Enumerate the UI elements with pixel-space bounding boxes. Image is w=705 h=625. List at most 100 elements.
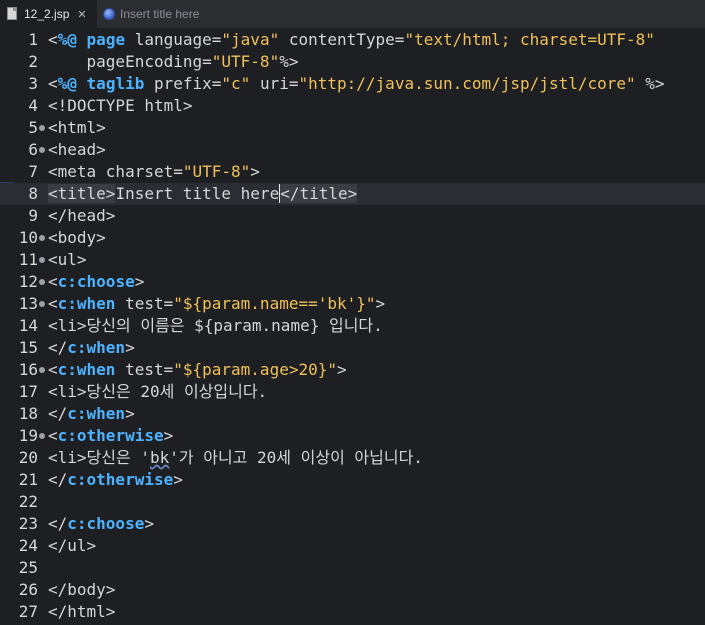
code-line[interactable]: 17 <li>당신은 20세 이상입니다.: [0, 381, 705, 403]
code-line[interactable]: 8 <title>Insert title here</title>: [0, 183, 705, 205]
code-token: <!DOCTYPE html>: [48, 96, 193, 115]
close-icon[interactable]: ✕: [77, 8, 86, 21]
code-line[interactable]: 23 </c:choose>: [0, 513, 705, 535]
line-number: 20: [18, 448, 38, 467]
code-line[interactable]: 18 </c:when>: [0, 403, 705, 425]
code-token: "UTF-8": [211, 52, 280, 71]
line-number: 15: [18, 338, 38, 357]
code-text: <c:otherwise>: [48, 425, 173, 447]
line-number: 17: [18, 382, 38, 401]
code-line[interactable]: 2 pageEncoding="UTF-8"%>: [0, 51, 705, 73]
code-text: <li>당신은 20세 이상입니다.: [48, 381, 267, 403]
code-token: <: [48, 272, 58, 291]
code-token: <ul>: [48, 250, 87, 269]
code-text: </body>: [48, 579, 115, 601]
code-line[interactable]: 11 <ul>: [0, 249, 705, 271]
code-text: </ul>: [48, 535, 96, 557]
code-token: </head>: [48, 206, 116, 225]
code-text: </c:when>: [48, 403, 135, 425]
code-token: <: [48, 294, 58, 313]
code-text: pageEncoding="UTF-8"%>: [48, 51, 299, 73]
code-token: >: [163, 426, 174, 445]
tab-label: Insert title here: [120, 7, 200, 21]
line-number: 10: [18, 228, 38, 247]
code-text: <c:choose>: [48, 271, 144, 293]
code-token: c:when: [67, 338, 126, 357]
code-line[interactable]: 26 </body>: [0, 579, 705, 601]
line-number: 8: [28, 184, 38, 203]
fold-toggle-icon[interactable]: [39, 125, 45, 131]
code-line[interactable]: 25: [0, 557, 705, 579]
code-text: <li>당신의 이름은 ${param.name} 입니다.: [48, 315, 383, 337]
code-line[interactable]: 12 <c:choose>: [0, 271, 705, 293]
fold-toggle-icon[interactable]: [39, 235, 45, 241]
code-line[interactable]: 15 </c:when>: [0, 337, 705, 359]
code-line[interactable]: 16 <c:when test="${param.age>20}">: [0, 359, 705, 381]
code-editor[interactable]: 1 <%@ page language="java" contentType="t…: [0, 28, 705, 625]
code-token: </: [48, 338, 68, 357]
code-line[interactable]: 5 <html>: [0, 117, 705, 139]
fold-toggle-icon[interactable]: [39, 257, 45, 263]
code-line[interactable]: 20 <li>당신은 'bk'가 아니고 20세 이상이 아닙니다.: [0, 447, 705, 469]
fold-toggle-icon[interactable]: [39, 367, 45, 373]
code-token: >: [337, 360, 347, 379]
code-token: language=: [125, 30, 222, 49]
code-line[interactable]: 24 </ul>: [0, 535, 705, 557]
code-line[interactable]: 6 <head>: [0, 139, 705, 161]
fold-toggle-icon[interactable]: [39, 279, 45, 285]
code-line[interactable]: 7 <meta charset="UTF-8">: [0, 161, 705, 183]
tab-browser-preview[interactable]: Insert title here: [97, 0, 209, 28]
code-text: <c:when test="${param.name=='bk'}">: [48, 293, 385, 315]
code-text: <li>당신은 'bk'가 아니고 20세 이상이 아닙니다.: [48, 447, 423, 469]
code-token: bk: [149, 448, 170, 467]
code-text: <meta charset="UTF-8">: [48, 161, 260, 183]
code-line[interactable]: 9 </head>: [0, 205, 705, 227]
line-number: 16: [18, 360, 38, 379]
code-token: </body>: [48, 580, 116, 599]
line-number: 11: [18, 250, 38, 269]
code-line[interactable]: 19 <c:otherwise>: [0, 425, 705, 447]
code-text: </c:when>: [48, 337, 135, 359]
code-token: <: [48, 74, 58, 93]
line-number: 18: [18, 404, 38, 423]
code-line[interactable]: 10 <body>: [0, 227, 705, 249]
code-text: <%@ page language="java" contentType="te…: [48, 29, 655, 51]
code-token: uri=: [250, 74, 299, 93]
code-text: <c:when test="${param.age>20}">: [48, 359, 347, 381]
code-token: "UTF-8": [182, 162, 251, 181]
line-number: 26: [18, 580, 38, 599]
code-token: "text/html; charset=UTF-8": [404, 30, 655, 49]
code-token: <title>: [48, 184, 116, 203]
code-line[interactable]: 4 <!DOCTYPE html>: [0, 95, 705, 117]
code-token: test=: [115, 294, 174, 313]
code-line[interactable]: 21 </c:otherwise>: [0, 469, 705, 491]
code-token: c:choose: [67, 514, 145, 533]
code-line[interactable]: 22: [0, 491, 705, 513]
code-token: c:otherwise: [67, 470, 174, 489]
code-token: </: [48, 514, 68, 533]
editor-tab-bar: 12_2.jsp ✕ Insert title here: [0, 0, 705, 29]
code-line[interactable]: 14 <li>당신의 이름은 ${param.name} 입니다.: [0, 315, 705, 337]
tab-12-2-jsp[interactable]: 12_2.jsp ✕: [0, 0, 97, 28]
fold-toggle-icon[interactable]: [39, 147, 45, 153]
browser-globe-icon: [103, 8, 115, 20]
line-number: 6: [28, 140, 38, 159]
code-line[interactable]: 3 <%@ taglib prefix="c" uri="http://java.…: [0, 73, 705, 95]
code-line[interactable]: 1 <%@ page language="java" contentType="t…: [0, 29, 705, 51]
code-token: >: [144, 514, 154, 533]
code-token: </: [48, 404, 68, 423]
line-number: 14: [18, 316, 38, 335]
line-number: 23: [18, 514, 38, 533]
code-token: >: [125, 404, 135, 423]
code-token: %@: [57, 74, 77, 93]
code-line[interactable]: 13 <c:when test="${param.name=='bk'}">: [0, 293, 705, 315]
code-token: >: [125, 338, 135, 357]
line-number: 12: [18, 272, 38, 291]
fold-toggle-icon[interactable]: [39, 301, 45, 307]
code-line[interactable]: 27 </html>: [0, 601, 705, 623]
fold-toggle-icon[interactable]: [39, 433, 45, 439]
code-text: </c:choose>: [48, 513, 154, 535]
code-token: taglib: [86, 74, 145, 93]
code-token: </title>: [280, 184, 358, 203]
